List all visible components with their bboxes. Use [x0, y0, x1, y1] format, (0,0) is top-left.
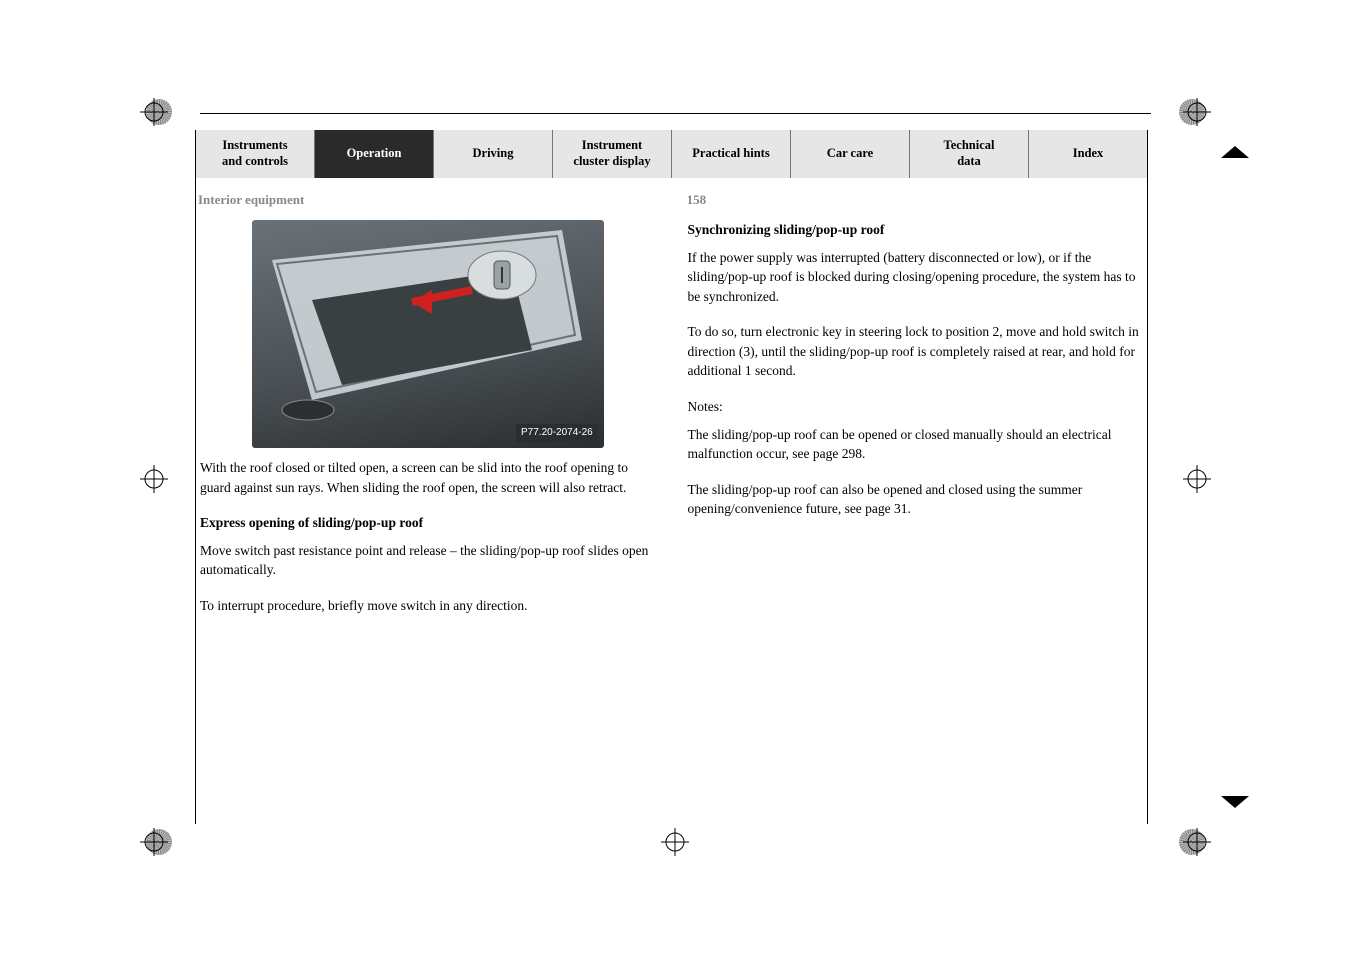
tab-instrument-cluster[interactable]: Instrument cluster display: [553, 130, 672, 178]
tab-label: Technical data: [944, 138, 995, 169]
right-column: Synchronizing sliding/pop-up roof If the…: [688, 220, 1144, 615]
tab-label: Index: [1073, 146, 1104, 162]
subheading: Express opening of sliding/pop-up roof: [200, 513, 656, 533]
body-text: To do so, turn electronic key in steerin…: [688, 322, 1144, 381]
registration-mark-icon: [1183, 98, 1211, 126]
notes-label: Notes:: [688, 397, 1144, 417]
trim-line: [200, 113, 1151, 114]
left-column: P77.20-2074-26 With the roof closed or t…: [200, 220, 656, 615]
collation-mark-icon: [1221, 140, 1249, 168]
tab-label: Practical hints: [692, 146, 769, 162]
body-text: If the power supply was interrupted (bat…: [688, 248, 1144, 307]
subheading: Synchronizing sliding/pop-up roof: [688, 220, 1144, 240]
registration-mark-icon: [140, 465, 168, 493]
tab-label: Operation: [347, 146, 402, 162]
registration-mark-icon: [1183, 465, 1211, 493]
section-header: Interior equipment 158: [196, 192, 1147, 208]
sunroof-figure: P77.20-2074-26: [252, 220, 604, 448]
collation-mark-icon: [1221, 786, 1249, 814]
body-text: To interrupt procedure, briefly move swi…: [200, 596, 656, 616]
tab-instruments-controls[interactable]: Instruments and controls: [196, 130, 315, 178]
page-frame: Instruments and controls Operation Drivi…: [196, 130, 1147, 824]
tab-index[interactable]: Index: [1029, 130, 1147, 178]
registration-mark-icon: [1183, 828, 1211, 856]
registration-mark-icon: [140, 98, 168, 126]
body-text: The sliding/pop-up roof can be opened or…: [688, 425, 1144, 464]
registration-mark-icon: [140, 828, 168, 856]
tab-label: Driving: [473, 146, 514, 162]
tab-label: Car care: [827, 146, 873, 162]
tab-label: Instrument cluster display: [573, 138, 650, 169]
registration-mark-icon: [661, 828, 689, 856]
tab-operation[interactable]: Operation: [315, 130, 434, 178]
section-title: Interior equipment: [198, 192, 304, 208]
body-text: With the roof closed or tilted open, a s…: [200, 458, 656, 497]
trim-line: [1147, 130, 1148, 824]
figure-caption: P77.20-2074-26: [516, 424, 598, 443]
nav-tabbar: Instruments and controls Operation Drivi…: [196, 130, 1147, 178]
tab-label: Instruments and controls: [222, 138, 288, 169]
body-text: The sliding/pop-up roof can also be open…: [688, 480, 1144, 519]
page-number: 158: [687, 192, 707, 208]
body-text: Move switch past resistance point and re…: [200, 541, 656, 580]
tab-technical-data[interactable]: Technical data: [910, 130, 1029, 178]
tab-driving[interactable]: Driving: [434, 130, 553, 178]
tab-car-care[interactable]: Car care: [791, 130, 910, 178]
tab-practical-hints[interactable]: Practical hints: [672, 130, 791, 178]
sunroof-illustration-icon: [252, 220, 604, 448]
